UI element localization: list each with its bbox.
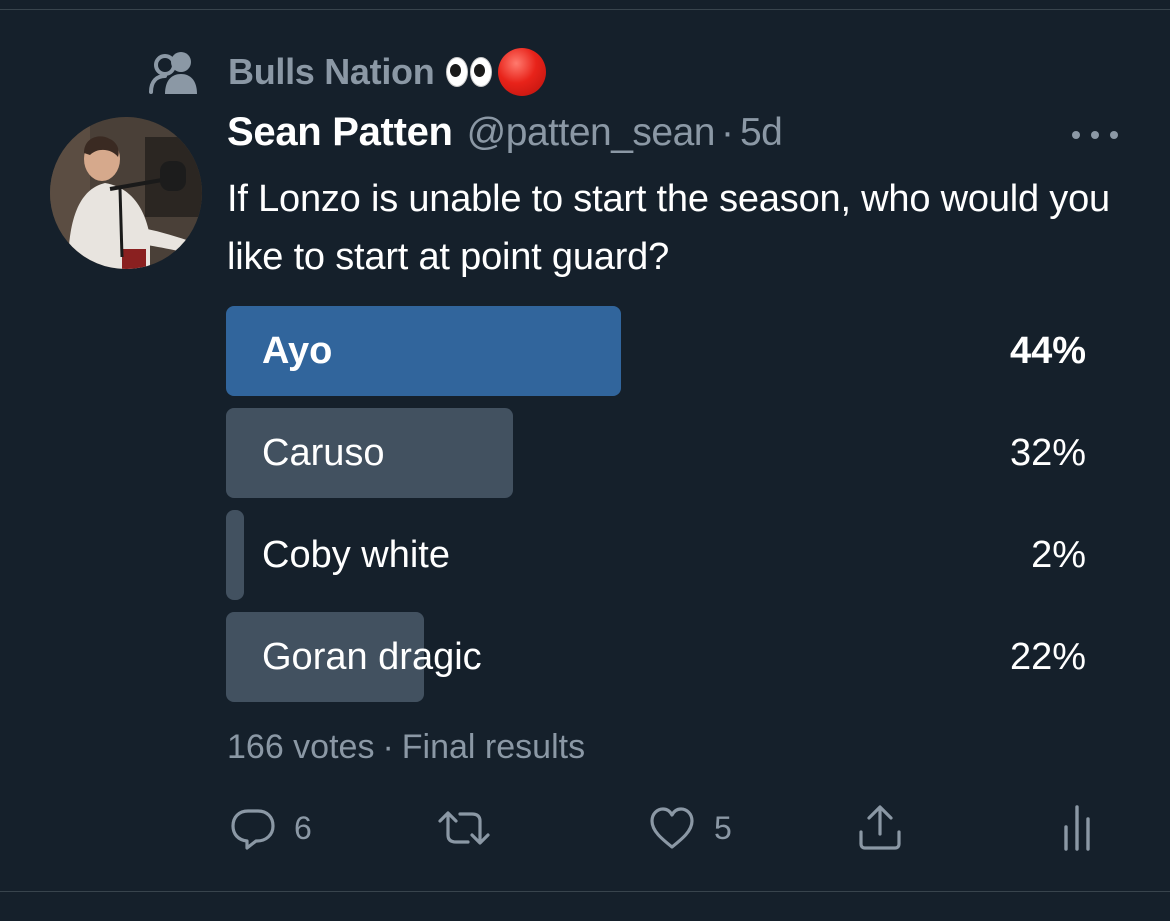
poll-option: Caruso 32% [226, 408, 1086, 498]
retweet-icon [436, 805, 492, 851]
like-button[interactable]: 5 [648, 800, 732, 856]
tweet-header: Sean Patten @patten_sean · 5d [227, 110, 783, 166]
poll-status: Final results [401, 728, 586, 766]
reply-button[interactable]: 6 [230, 800, 312, 856]
more-icon [1072, 131, 1080, 139]
tweet-actions: 6 5 [0, 800, 1170, 856]
author-handle[interactable]: @patten_sean [467, 111, 716, 155]
poll-option-label: Coby white [262, 534, 450, 576]
bottom-divider [0, 891, 1170, 892]
poll-option-label: Goran dragic [262, 636, 482, 678]
retweet-button[interactable] [436, 800, 510, 856]
poll-option-percent: 2% [1031, 534, 1086, 576]
poll-vote-count: 166 votes [227, 728, 375, 766]
avatar[interactable] [50, 117, 202, 269]
tweet-timestamp[interactable]: 5d [740, 111, 783, 155]
tweet-text: If Lonzo is unable to start the season, … [227, 178, 1110, 278]
community-icon [148, 48, 200, 96]
author-name[interactable]: Sean Patten [227, 110, 453, 155]
heart-icon [648, 805, 696, 851]
poll-bar [226, 510, 244, 600]
poll-option-percent: 22% [1009, 636, 1086, 678]
red-circle-emoji-icon [498, 48, 547, 96]
more-options-button[interactable] [1072, 123, 1118, 147]
analytics-button[interactable] [1060, 800, 1096, 856]
poll-option-percent: 32% [1009, 432, 1086, 474]
poll-option: Goran dragic 22% [226, 612, 1086, 702]
eyes-emoji-icon [446, 57, 493, 87]
poll-option: Ayo 44% [226, 306, 1086, 396]
poll: Ayo 44% Caruso 32% Coby white 2% Goran d… [226, 306, 1086, 714]
poll-option-percent: 44% [1009, 330, 1086, 372]
top-divider [0, 9, 1170, 10]
header-separator: · [720, 111, 734, 154]
reply-count: 6 [294, 809, 312, 846]
community-name[interactable]: Bulls Nation [228, 51, 435, 93]
poll-option-label: Ayo [262, 330, 333, 372]
analytics-icon [1060, 803, 1096, 853]
poll-option: Coby white 2% [226, 510, 1086, 600]
reply-icon [230, 805, 276, 851]
share-icon [856, 804, 904, 852]
poll-option-label: Caruso [262, 432, 385, 474]
like-count: 5 [714, 809, 732, 846]
poll-meta: 166 votes · Final results [227, 728, 586, 766]
share-button[interactable] [856, 800, 904, 856]
community-context[interactable]: Bulls Nation [148, 48, 547, 96]
